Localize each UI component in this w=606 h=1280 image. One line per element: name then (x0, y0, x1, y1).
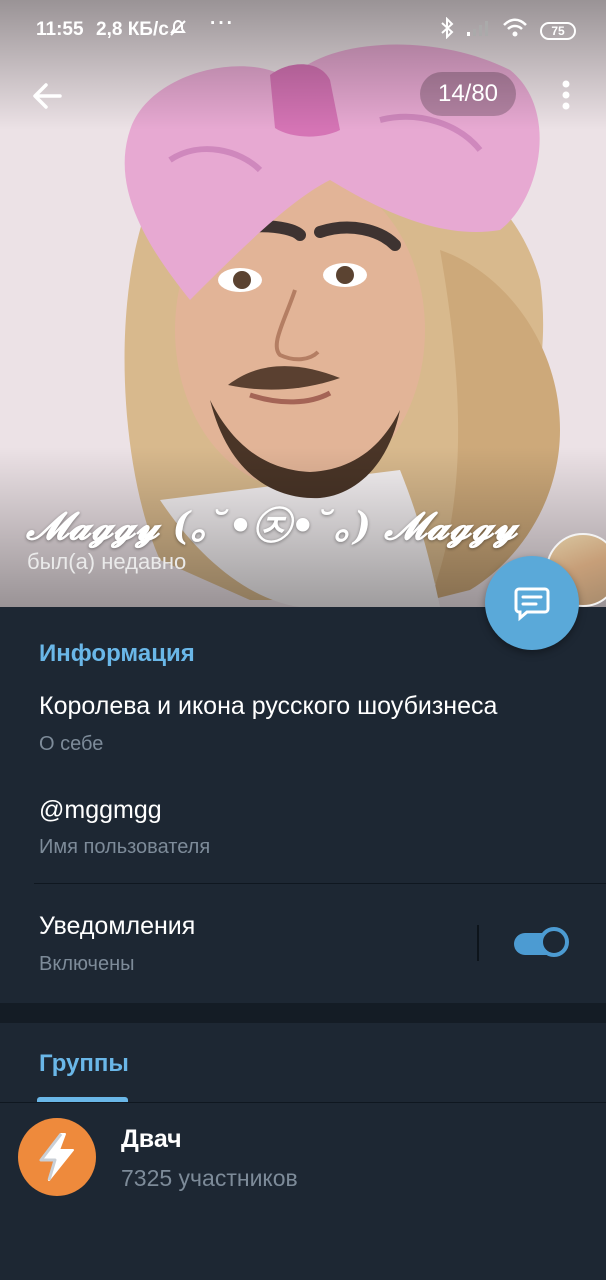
status-network-speed: 2,8 КБ/с (96, 19, 169, 40)
back-button[interactable] (28, 76, 68, 116)
toggle-knob (539, 927, 569, 957)
username-label: Имя пользователя (39, 836, 211, 858)
group-name: Двач (121, 1125, 182, 1153)
last-seen-status: был(а) недавно (27, 549, 187, 574)
status-more-icon: ··· (210, 13, 235, 34)
notifications-title[interactable]: Уведомления (39, 912, 195, 941)
photo-counter: 14/80 (420, 72, 516, 116)
group-avatar (18, 1118, 96, 1196)
send-message-button[interactable] (485, 556, 579, 650)
message-icon (514, 587, 550, 622)
info-section-title: Информация (39, 640, 195, 667)
notifications-toggle[interactable] (512, 927, 572, 961)
profile-photo[interactable]: 11:55 2,8 КБ/с ··· 75 14/80 𝓜𝓪𝓰𝓰𝔂 (｡˘•㉨•… (0, 0, 606, 607)
status-time: 11:55 (36, 19, 84, 40)
more-menu-button[interactable] (552, 76, 580, 116)
more-vertical-icon (562, 80, 570, 110)
signal-icon (466, 19, 490, 43)
profile-name: 𝓜𝓪𝓰𝓰𝔂 (｡˘•㉨•˘｡) 𝓜𝓪𝓰𝓰𝔂 (26, 503, 518, 548)
section-gap (0, 1003, 606, 1023)
tab-groups[interactable]: Группы (39, 1050, 129, 1078)
bluetooth-icon (440, 16, 454, 45)
notifications-status: Включены (39, 953, 135, 975)
bio-label: О себе (39, 733, 104, 755)
group-list-item[interactable]: Двач 7325 участников (0, 1103, 606, 1213)
username-text[interactable]: @mggmgg (39, 796, 162, 825)
mute-alarm-icon (168, 18, 188, 44)
group-members-count: 7325 участников (121, 1165, 298, 1191)
status-right-icons: 75 (440, 16, 576, 45)
profile-screen: 11:55 2,8 КБ/с ··· 75 14/80 𝓜𝓪𝓰𝓰𝔂 (｡˘•㉨•… (0, 0, 606, 1280)
battery-icon: 75 (540, 22, 576, 40)
wifi-icon (502, 18, 528, 44)
status-bar: 11:55 2,8 КБ/с ··· 75 (0, 0, 606, 58)
bio-text[interactable]: Королева и икона русского шоубизнеса (39, 692, 497, 721)
arrow-left-icon (33, 83, 62, 109)
info-divider (34, 883, 606, 884)
lightning-icon (39, 1133, 74, 1181)
toggle-separator (477, 925, 479, 961)
